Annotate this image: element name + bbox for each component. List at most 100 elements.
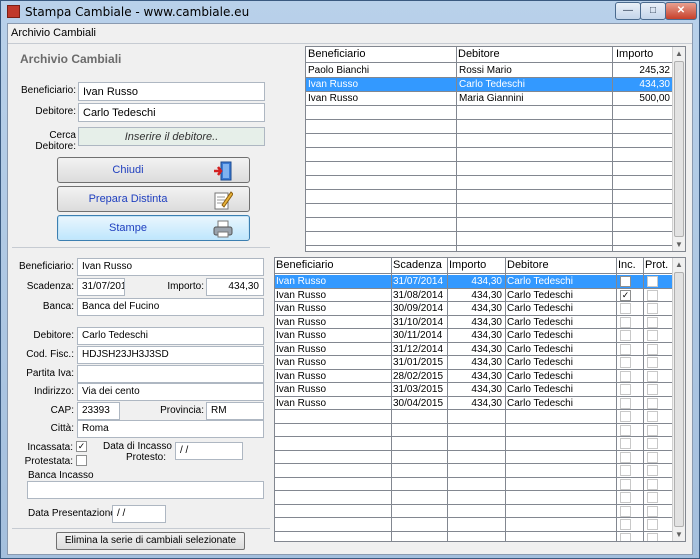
empty-row[interactable] xyxy=(275,532,673,541)
inc-checkbox[interactable] xyxy=(620,316,631,328)
table-row[interactable]: Ivan Russo Maria Giannini 500,00 xyxy=(306,92,673,106)
prot-checkbox[interactable] xyxy=(647,411,658,422)
cambiali-detail-grid[interactable]: Beneficiario Scadenza Importo Debitore I… xyxy=(274,257,686,542)
table-row[interactable]: Ivan Russo 31/12/2014 Carlo Tedeschi 434,30 xyxy=(275,343,673,356)
inc-checkbox[interactable] xyxy=(620,505,631,517)
empty-row[interactable] xyxy=(275,518,673,532)
prot-checkbox[interactable] xyxy=(647,438,658,449)
table-row[interactable]: Ivan Russo 31/03/2015 Carlo Tedeschi 434,30 xyxy=(275,383,673,397)
partitaiva-field[interactable] xyxy=(77,365,264,383)
empty-row[interactable] xyxy=(275,424,673,437)
provincia-field[interactable]: RM xyxy=(206,402,264,420)
inc-checkbox[interactable] xyxy=(620,384,631,395)
column-header-importo[interactable]: Importo xyxy=(616,48,653,60)
inc-checkbox[interactable] xyxy=(620,303,631,314)
empty-row[interactable] xyxy=(306,232,673,246)
prot-checkbox[interactable] xyxy=(647,276,658,287)
data-presentazione-field[interactable]: / / xyxy=(112,505,166,523)
table-row[interactable]: Ivan Russo 28/02/2015 Carlo Tedeschi 434,30 xyxy=(275,370,673,383)
inc-checkbox[interactable]: ✓ xyxy=(620,276,631,287)
prot-checkbox[interactable] xyxy=(647,478,658,490)
column-header-importo[interactable]: Importo xyxy=(449,259,486,271)
empty-row[interactable] xyxy=(275,478,673,491)
empty-row[interactable] xyxy=(275,437,673,451)
inc-checkbox[interactable] xyxy=(620,424,631,436)
detail-debitore-field[interactable]: Carlo Tedeschi xyxy=(77,327,264,345)
inc-checkbox[interactable] xyxy=(620,465,631,476)
protestata-checkbox[interactable] xyxy=(76,455,87,466)
prot-checkbox[interactable] xyxy=(647,451,658,463)
close-window-button[interactable]: ✕ xyxy=(665,2,697,20)
prot-checkbox[interactable] xyxy=(647,370,658,382)
empty-row[interactable] xyxy=(275,491,673,505)
prot-checkbox[interactable] xyxy=(647,343,658,355)
prot-checkbox[interactable] xyxy=(647,424,658,436)
prot-checkbox[interactable] xyxy=(647,505,658,517)
column-header-inc[interactable]: Inc. xyxy=(618,259,636,271)
scroll-up-icon[interactable]: ▲ xyxy=(673,47,685,60)
prot-checkbox[interactable] xyxy=(647,330,658,341)
cap-field[interactable]: 23393 xyxy=(77,402,120,420)
prot-checkbox[interactable] xyxy=(647,357,658,368)
inc-checkbox[interactable] xyxy=(620,438,631,449)
empty-row[interactable] xyxy=(306,190,673,204)
inc-checkbox[interactable] xyxy=(620,492,631,503)
column-header-debitore[interactable]: Debitore xyxy=(507,259,549,271)
table-row[interactable]: Ivan Russo 31/07/2014 Carlo Tedeschi 434,30… xyxy=(275,275,673,289)
scroll-up-icon[interactable]: ▲ xyxy=(673,258,685,271)
prepara-distinta-button[interactable]: Prepara Distinta xyxy=(57,186,250,212)
scroll-down-icon[interactable]: ▼ xyxy=(673,528,685,541)
beneficiario-field[interactable]: Ivan Russo xyxy=(78,82,265,101)
inc-checkbox[interactable] xyxy=(620,411,631,422)
inc-checkbox[interactable] xyxy=(620,519,631,530)
vertical-scrollbar[interactable]: ▲ ▼ xyxy=(672,47,685,251)
minimize-button[interactable]: — xyxy=(615,2,641,20)
indirizzo-field[interactable]: Via dei cento xyxy=(77,383,264,401)
importo-field[interactable]: 434,30 xyxy=(206,278,264,296)
prot-checkbox[interactable] xyxy=(647,465,658,476)
scroll-thumb[interactable] xyxy=(674,272,684,527)
prot-checkbox[interactable] xyxy=(647,492,658,503)
prot-checkbox[interactable] xyxy=(647,384,658,395)
citta-field[interactable]: Roma xyxy=(77,420,264,438)
table-row[interactable]: Ivan Russo 30/04/2015 Carlo Tedeschi 434,30 xyxy=(275,397,673,410)
maximize-button[interactable]: □ xyxy=(640,2,666,20)
detail-beneficiario-field[interactable]: Ivan Russo xyxy=(77,258,264,276)
table-row[interactable]: Ivan Russo Carlo Tedeschi 434,30 xyxy=(306,78,673,92)
inc-checkbox[interactable] xyxy=(620,478,631,490)
prot-checkbox[interactable] xyxy=(647,397,658,409)
debitore-field[interactable]: Carlo Tedeschi xyxy=(78,103,265,122)
empty-row[interactable] xyxy=(306,106,673,120)
cambiali-summary-grid[interactable]: Beneficiario Debitore Importo Paolo Bian… xyxy=(305,46,686,252)
tab-archivio-cambiali[interactable]: Archivio Cambiali xyxy=(11,27,96,39)
codfisc-field[interactable]: HDJSH23JH3J3SD xyxy=(77,346,264,364)
prot-checkbox[interactable] xyxy=(647,289,658,301)
title-bar[interactable]: Stampa Cambiale - www.cambiale.eu — □ ✕ xyxy=(1,1,699,23)
scadenza-field[interactable]: 31/07/2014 xyxy=(77,278,125,296)
inc-checkbox[interactable] xyxy=(620,357,631,368)
prot-checkbox[interactable] xyxy=(647,519,658,530)
prot-checkbox[interactable] xyxy=(647,316,658,328)
empty-row[interactable] xyxy=(306,148,673,162)
empty-row[interactable] xyxy=(275,451,673,464)
empty-row[interactable] xyxy=(275,505,673,518)
inc-checkbox[interactable] xyxy=(620,343,631,355)
table-row[interactable]: Paolo Bianchi Rossi Mario 245,32 xyxy=(306,64,673,78)
empty-row[interactable] xyxy=(306,134,673,148)
banca-field[interactable]: Banca del Fucino xyxy=(77,298,264,316)
inc-checkbox[interactable]: ✓ xyxy=(620,289,631,301)
empty-row[interactable] xyxy=(275,410,673,424)
scroll-thumb[interactable] xyxy=(674,61,684,237)
inc-checkbox[interactable] xyxy=(620,451,631,463)
chiudi-button[interactable]: Chiudi xyxy=(57,157,250,183)
data-incasso-field[interactable]: / / xyxy=(175,442,243,460)
search-debitore-input[interactable]: Inserire il debitore.. xyxy=(78,127,265,146)
inc-checkbox[interactable] xyxy=(620,532,631,541)
vertical-scrollbar[interactable]: ▲ ▼ xyxy=(672,258,685,541)
column-header-prot[interactable]: Prot. xyxy=(645,259,668,271)
inc-checkbox[interactable] xyxy=(620,330,631,341)
column-header-debitore[interactable]: Debitore xyxy=(458,48,500,60)
empty-row[interactable] xyxy=(306,120,673,134)
empty-row[interactable] xyxy=(306,176,673,190)
column-header-beneficiario[interactable]: Beneficiario xyxy=(276,259,333,271)
